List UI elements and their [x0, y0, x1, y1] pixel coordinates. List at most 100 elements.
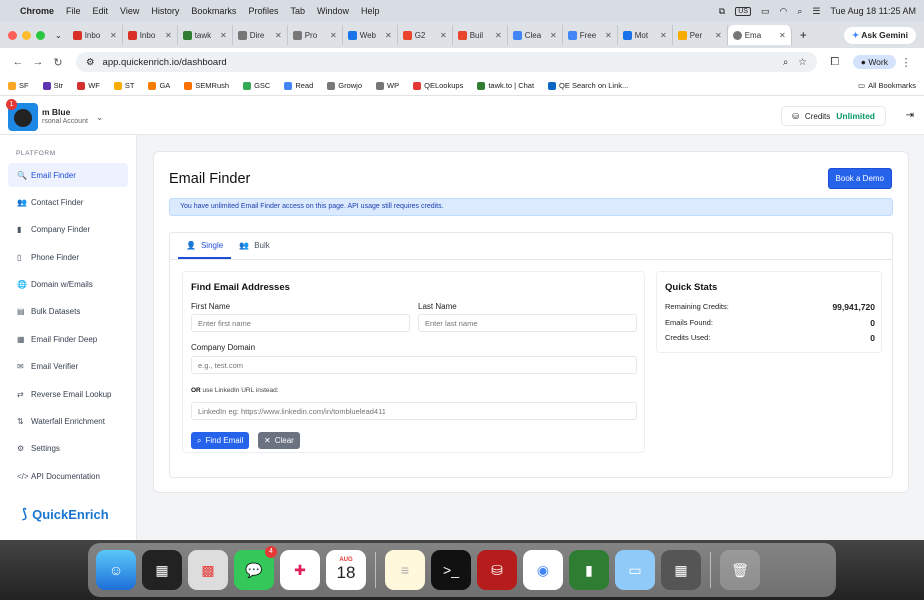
numbers-icon[interactable]: ▮	[569, 550, 609, 590]
ask-gemini-button[interactable]: ✦ Ask Gemini	[844, 26, 916, 44]
bookmark-item[interactable]: Str	[42, 81, 63, 90]
bookmark-item[interactable]: WP	[376, 81, 399, 90]
menu-help[interactable]: Help	[361, 6, 380, 16]
linkedin-url-input[interactable]	[191, 402, 637, 420]
close-tab-icon[interactable]: ✕	[660, 31, 667, 40]
menu-view[interactable]: View	[120, 6, 139, 16]
input-source[interactable]: US	[735, 6, 751, 16]
sidebar-item-phone-finder[interactable]: ▯ Phone Finder	[8, 245, 128, 269]
browser-tab[interactable]: Free ✕	[563, 25, 618, 45]
zoom-icon[interactable]: ⌕	[783, 57, 788, 68]
trash-icon[interactable]: 🗑	[720, 550, 760, 590]
close-tab-icon[interactable]: ✕	[110, 31, 117, 40]
browser-tab[interactable]: Inbo ✕	[123, 25, 178, 45]
bookmark-item[interactable]: Growjo	[327, 81, 362, 90]
browser-tab[interactable]: Pro ✕	[288, 25, 343, 45]
chrome-icon[interactable]: ◉	[523, 550, 563, 590]
bookmark-item[interactable]: WF	[77, 81, 100, 90]
close-tab-icon[interactable]: ✕	[385, 31, 392, 40]
close-tab-icon[interactable]: ✕	[779, 31, 786, 40]
launchpad-icon[interactable]: ▩	[188, 550, 228, 590]
browser-tab[interactable]: Inbo ✕	[68, 25, 123, 45]
avatar[interactable]: 1	[6, 99, 38, 131]
wifi-icon[interactable]: ◠	[779, 6, 787, 17]
clear-button[interactable]: ✕ Clear	[258, 432, 300, 449]
back-icon[interactable]: ←	[8, 56, 28, 68]
browser-tab[interactable]: Per ✕	[673, 25, 728, 45]
new-tab-button[interactable]: +	[800, 28, 807, 42]
bookmark-item[interactable]: SF	[8, 81, 29, 90]
close-tab-icon[interactable]: ✕	[605, 31, 612, 40]
browser-tab[interactable]: Mot ✕	[618, 25, 673, 45]
sidebar-item-domain-w-emails[interactable]: 🌐 Domain w/Emails	[8, 273, 128, 297]
user-menu[interactable]: 1 m Blue rsonal Account ⌄	[6, 99, 104, 131]
close-window-button[interactable]	[8, 30, 17, 40]
reload-icon[interactable]: ↻	[48, 56, 68, 69]
last-name-input[interactable]	[418, 314, 637, 332]
terminal-icon[interactable]: >_	[431, 550, 471, 590]
browser-tab[interactable]: Dire ✕	[233, 25, 288, 45]
more-menu-icon[interactable]: ⋮	[896, 56, 916, 69]
browser-tab[interactable]: Clea ✕	[508, 25, 563, 45]
sidebar-item-email-verifier[interactable]: ✉ Email Verifier	[8, 355, 128, 379]
menu-app-name[interactable]: Chrome	[20, 6, 54, 16]
calendar-icon[interactable]: AUG 18	[326, 550, 366, 590]
menu-bookmarks[interactable]: Bookmarks	[191, 6, 236, 16]
sidebar-item-api-documentation[interactable]: </> API Documentation	[8, 464, 128, 488]
sidebar-item-bulk-datasets[interactable]: ▤ Bulk Datasets	[8, 300, 128, 324]
sidebar-item-email-finder[interactable]: 🔍 Email Finder	[8, 163, 128, 187]
database-icon[interactable]: ⛁	[477, 550, 517, 590]
chat-widget-icon[interactable]	[14, 109, 32, 127]
bookmark-item[interactable]: Read	[284, 81, 313, 90]
browser-tab[interactable]: Buil ✕	[453, 25, 508, 45]
sidebar-item-waterfall-enrichment[interactable]: ⇅ Waterfall Enrichment	[8, 410, 128, 434]
site-info-icon[interactable]: ⚙	[86, 57, 95, 68]
sidebar-item-contact-finder[interactable]: 👥 Contact Finder	[8, 190, 128, 214]
chevron-down-icon[interactable]: ⌄	[96, 112, 104, 123]
close-tab-icon[interactable]: ✕	[330, 31, 337, 40]
minimize-window-button[interactable]	[22, 30, 31, 40]
zoom-window-button[interactable]	[36, 30, 45, 40]
bookmark-item[interactable]: GSC	[243, 81, 270, 90]
close-tab-icon[interactable]: ✕	[220, 31, 227, 40]
bookmark-item[interactable]: QE Search on Link...	[548, 81, 628, 90]
preview-icon[interactable]: ▭	[615, 550, 655, 590]
close-tab-icon[interactable]: ✕	[275, 31, 282, 40]
extensions-icon[interactable]: ⧠	[825, 56, 845, 69]
bookmark-item[interactable]: SEMRush	[184, 81, 229, 90]
calculator-icon[interactable]: ▦	[661, 550, 701, 590]
bookmark-item[interactable]: GA	[148, 81, 170, 90]
url-text[interactable]: app.quickenrich.io/dashboard	[103, 57, 227, 68]
menu-tab[interactable]: Tab	[290, 6, 305, 16]
browser-tab[interactable]: tawk ✕	[178, 25, 233, 45]
clock[interactable]: Tue Aug 18 11:25 AM	[830, 6, 916, 16]
battery-icon[interactable]: ▭	[761, 6, 770, 17]
url-bar[interactable]: ⚙ app.quickenrich.io/dashboard ⌕ ☆	[76, 52, 817, 72]
profile-button[interactable]: ● Work	[852, 55, 896, 69]
screen-share-icon[interactable]: ⧉	[719, 6, 725, 17]
menu-window[interactable]: Window	[317, 6, 349, 16]
control-center-icon[interactable]: ☰	[812, 6, 820, 17]
close-tab-icon[interactable]: ✕	[440, 31, 447, 40]
close-tab-icon[interactable]: ✕	[715, 31, 722, 40]
sidebar-item-email-finder-deep[interactable]: ▦ Email Finder Deep	[8, 327, 128, 351]
tab-active[interactable]: Ema ✕	[727, 25, 792, 45]
menu-file[interactable]: File	[66, 6, 81, 16]
slack-icon[interactable]: ✚	[280, 550, 320, 590]
forward-icon[interactable]: →	[28, 56, 48, 68]
book-demo-button[interactable]: Book a Demo	[827, 168, 892, 189]
bookmark-item[interactable]: QELookups	[413, 81, 463, 90]
browser-tab[interactable]: Web ✕	[343, 25, 398, 45]
logout-icon[interactable]: ⇥	[906, 110, 914, 121]
tab-single[interactable]: 👤 Single	[178, 233, 232, 259]
sidebar-item-settings[interactable]: ⚙ Settings	[8, 437, 128, 461]
menu-edit[interactable]: Edit	[93, 6, 109, 16]
domain-input[interactable]	[191, 356, 637, 374]
close-tab-icon[interactable]: ✕	[495, 31, 502, 40]
bookmark-star-icon[interactable]: ☆	[798, 57, 807, 68]
close-tab-icon[interactable]: ✕	[550, 31, 557, 40]
messages-icon[interactable]: 💬 4	[234, 546, 277, 590]
sidebar-item-company-finder[interactable]: ▮ Company Finder	[8, 218, 128, 242]
search-icon[interactable]: ⌕	[797, 6, 802, 17]
all-bookmarks[interactable]: ▭ All Bookmarks	[858, 81, 916, 90]
